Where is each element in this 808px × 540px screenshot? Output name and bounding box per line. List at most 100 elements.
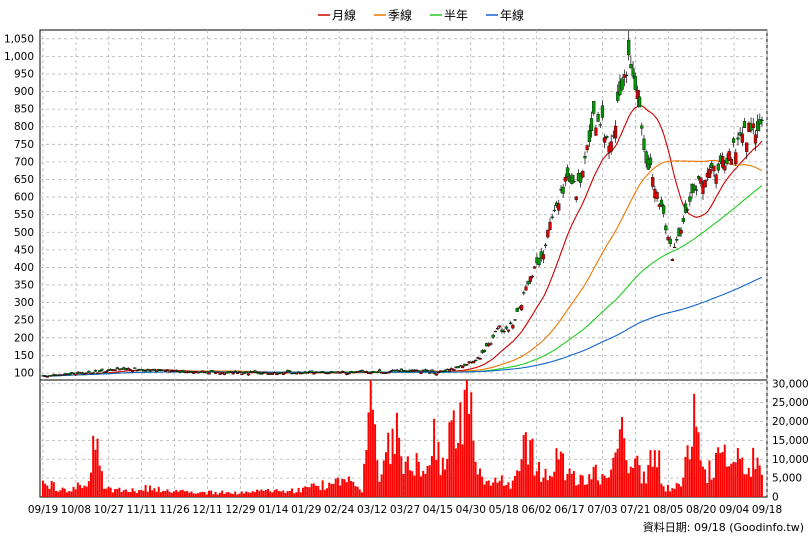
- candle-body: [557, 203, 561, 211]
- candle-body: [498, 325, 502, 328]
- volume-bar: [363, 463, 366, 497]
- candle-body: [71, 372, 76, 374]
- candle-body: [87, 370, 91, 373]
- chart-legend: 月線 季線 半年 年線: [318, 8, 524, 23]
- volume-bar: [468, 414, 471, 497]
- candle-body: [699, 177, 703, 184]
- candle-body: [745, 142, 749, 152]
- candle-body: [627, 39, 631, 56]
- candle-body: [541, 254, 546, 260]
- volume-bar: [686, 445, 689, 497]
- candle-body: [131, 369, 135, 373]
- candle-body: [524, 286, 528, 291]
- volume-bar: [181, 489, 184, 497]
- volume-bar: [562, 453, 565, 497]
- candle-body: [338, 372, 342, 374]
- candle-body: [91, 372, 95, 374]
- volume-bar: [159, 492, 162, 497]
- volume-bar: [50, 480, 53, 497]
- volume-bar: [476, 474, 479, 497]
- volume-bar: [551, 476, 554, 497]
- volume-bar: [542, 477, 545, 497]
- volume-bar: [223, 493, 226, 497]
- candle-body: [721, 156, 725, 168]
- volume-bar: [284, 492, 287, 497]
- volume-bar: [378, 481, 381, 497]
- volume-bar: [286, 491, 289, 497]
- volume-bar: [610, 469, 613, 497]
- volume-bar: [509, 488, 512, 497]
- candle-body: [246, 373, 251, 376]
- candle-body: [163, 370, 167, 372]
- volume-bar: [599, 484, 602, 497]
- candle-body: [283, 371, 288, 374]
- candle-body: [277, 373, 281, 375]
- volume-bar: [710, 479, 713, 497]
- candle-body: [629, 64, 633, 69]
- volume-bar: [452, 410, 455, 497]
- candle-body: [655, 192, 659, 199]
- volume-bar: [308, 487, 311, 497]
- volume-bar: [129, 492, 132, 497]
- candle-body: [200, 370, 205, 373]
- volume-bar: [406, 456, 409, 497]
- candle-body: [235, 372, 240, 374]
- candle-body: [465, 364, 469, 366]
- volume-bar: [660, 483, 663, 497]
- volume-bar: [730, 463, 733, 497]
- candle-body: [489, 343, 493, 345]
- volume-bar: [631, 467, 634, 497]
- volume-bar: [168, 491, 171, 497]
- candle-body: [703, 179, 707, 188]
- volume-bar: [288, 490, 291, 497]
- volume-bar: [262, 490, 265, 497]
- volume-bar: [743, 474, 746, 497]
- volume-bar: [107, 486, 110, 497]
- volume-bar: [433, 418, 436, 497]
- candle-body: [681, 218, 685, 222]
- volume-bar: [474, 462, 477, 497]
- candle-body: [288, 370, 292, 373]
- volume-bar: [376, 460, 379, 497]
- volume-bar: [339, 485, 342, 497]
- candle-body: [734, 152, 738, 164]
- price-tick-label: 350: [14, 280, 34, 292]
- volume-bar: [516, 470, 519, 497]
- legend-label: 季線: [388, 8, 412, 23]
- candle-body: [190, 370, 194, 373]
- candle-body: [592, 100, 596, 114]
- candle-body: [600, 105, 605, 118]
- volume-bar: [367, 412, 370, 497]
- volume-bar: [135, 493, 138, 497]
- volume-bar: [492, 482, 495, 497]
- candle-body: [548, 221, 552, 230]
- volume-bar: [614, 452, 617, 497]
- volume-bar: [319, 490, 322, 497]
- price-tick-label: 450: [14, 244, 34, 256]
- volume-bar: [535, 471, 538, 497]
- candle-body: [530, 275, 535, 278]
- candle-body: [426, 370, 430, 372]
- volume-bar: [448, 422, 451, 497]
- volume-bar: [277, 491, 280, 497]
- candle-body: [447, 369, 452, 372]
- candle-body: [474, 359, 478, 362]
- volume-tick-label: 5,000: [772, 473, 802, 485]
- volume-bar: [85, 486, 88, 497]
- candle-body: [583, 155, 587, 159]
- candle-body: [253, 370, 257, 373]
- candle-body: [428, 372, 432, 374]
- candle-body: [279, 372, 283, 374]
- volume-bar: [749, 476, 752, 497]
- volume-bar: [205, 494, 208, 497]
- candle-body: [620, 78, 624, 90]
- volume-bar: [559, 451, 562, 497]
- volume-bar: [494, 477, 497, 497]
- volume-bar: [65, 492, 68, 497]
- volume-bar: [210, 490, 213, 497]
- volume-bar: [291, 488, 294, 497]
- volume-bar: [317, 486, 320, 497]
- date-tick-label: 01/14: [258, 504, 289, 516]
- candle-body: [589, 118, 594, 131]
- price-tick-label: 950: [14, 68, 34, 80]
